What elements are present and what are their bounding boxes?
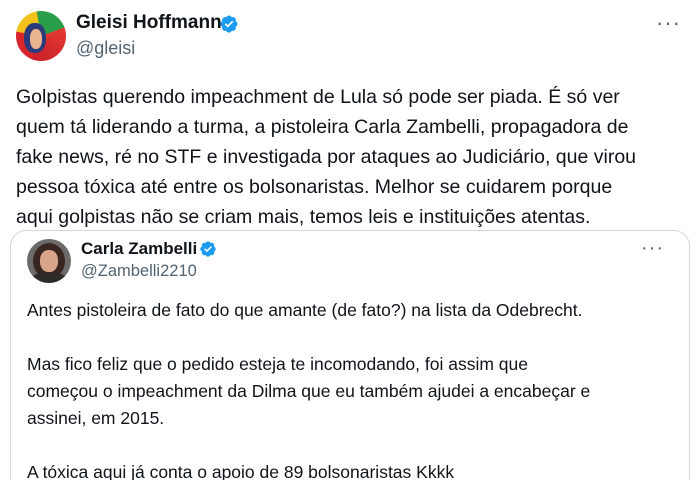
quote-author-name[interactable]: Carla Zambelli xyxy=(81,239,197,259)
avatar[interactable] xyxy=(16,11,66,61)
quoted-post[interactable]: Carla Zambelli @Zambelli2210 ··· Antes p… xyxy=(10,230,690,480)
more-options-icon[interactable]: ··· xyxy=(656,10,681,36)
quote-paragraph-1: Antes pistoleira de fato do que amante (… xyxy=(27,300,583,320)
quote-avatar-face xyxy=(40,250,58,272)
more-options-icon[interactable]: ··· xyxy=(641,237,664,260)
quote-paragraph-3: A tóxica aqui já conta o apoio de 89 bol… xyxy=(27,462,455,480)
post-text: Golpistas querendo impeachment de Lula s… xyxy=(16,86,637,228)
post: Gleisi Hoffmann @gleisi ··· Golpistas qu… xyxy=(0,0,699,480)
avatar-face xyxy=(30,29,42,49)
verified-badge-icon xyxy=(200,241,216,257)
quote-author-handle[interactable]: @Zambelli2210 xyxy=(81,262,197,281)
quote-paragraph-2: Mas fico feliz que o pedido esteja te in… xyxy=(27,354,591,428)
author-handle[interactable]: @gleisi xyxy=(76,38,135,59)
verified-badge-icon xyxy=(220,15,238,33)
quote-avatar-shirt xyxy=(31,273,67,283)
author-name[interactable]: Gleisi Hoffmann xyxy=(76,12,222,34)
quote-avatar[interactable] xyxy=(27,239,71,283)
